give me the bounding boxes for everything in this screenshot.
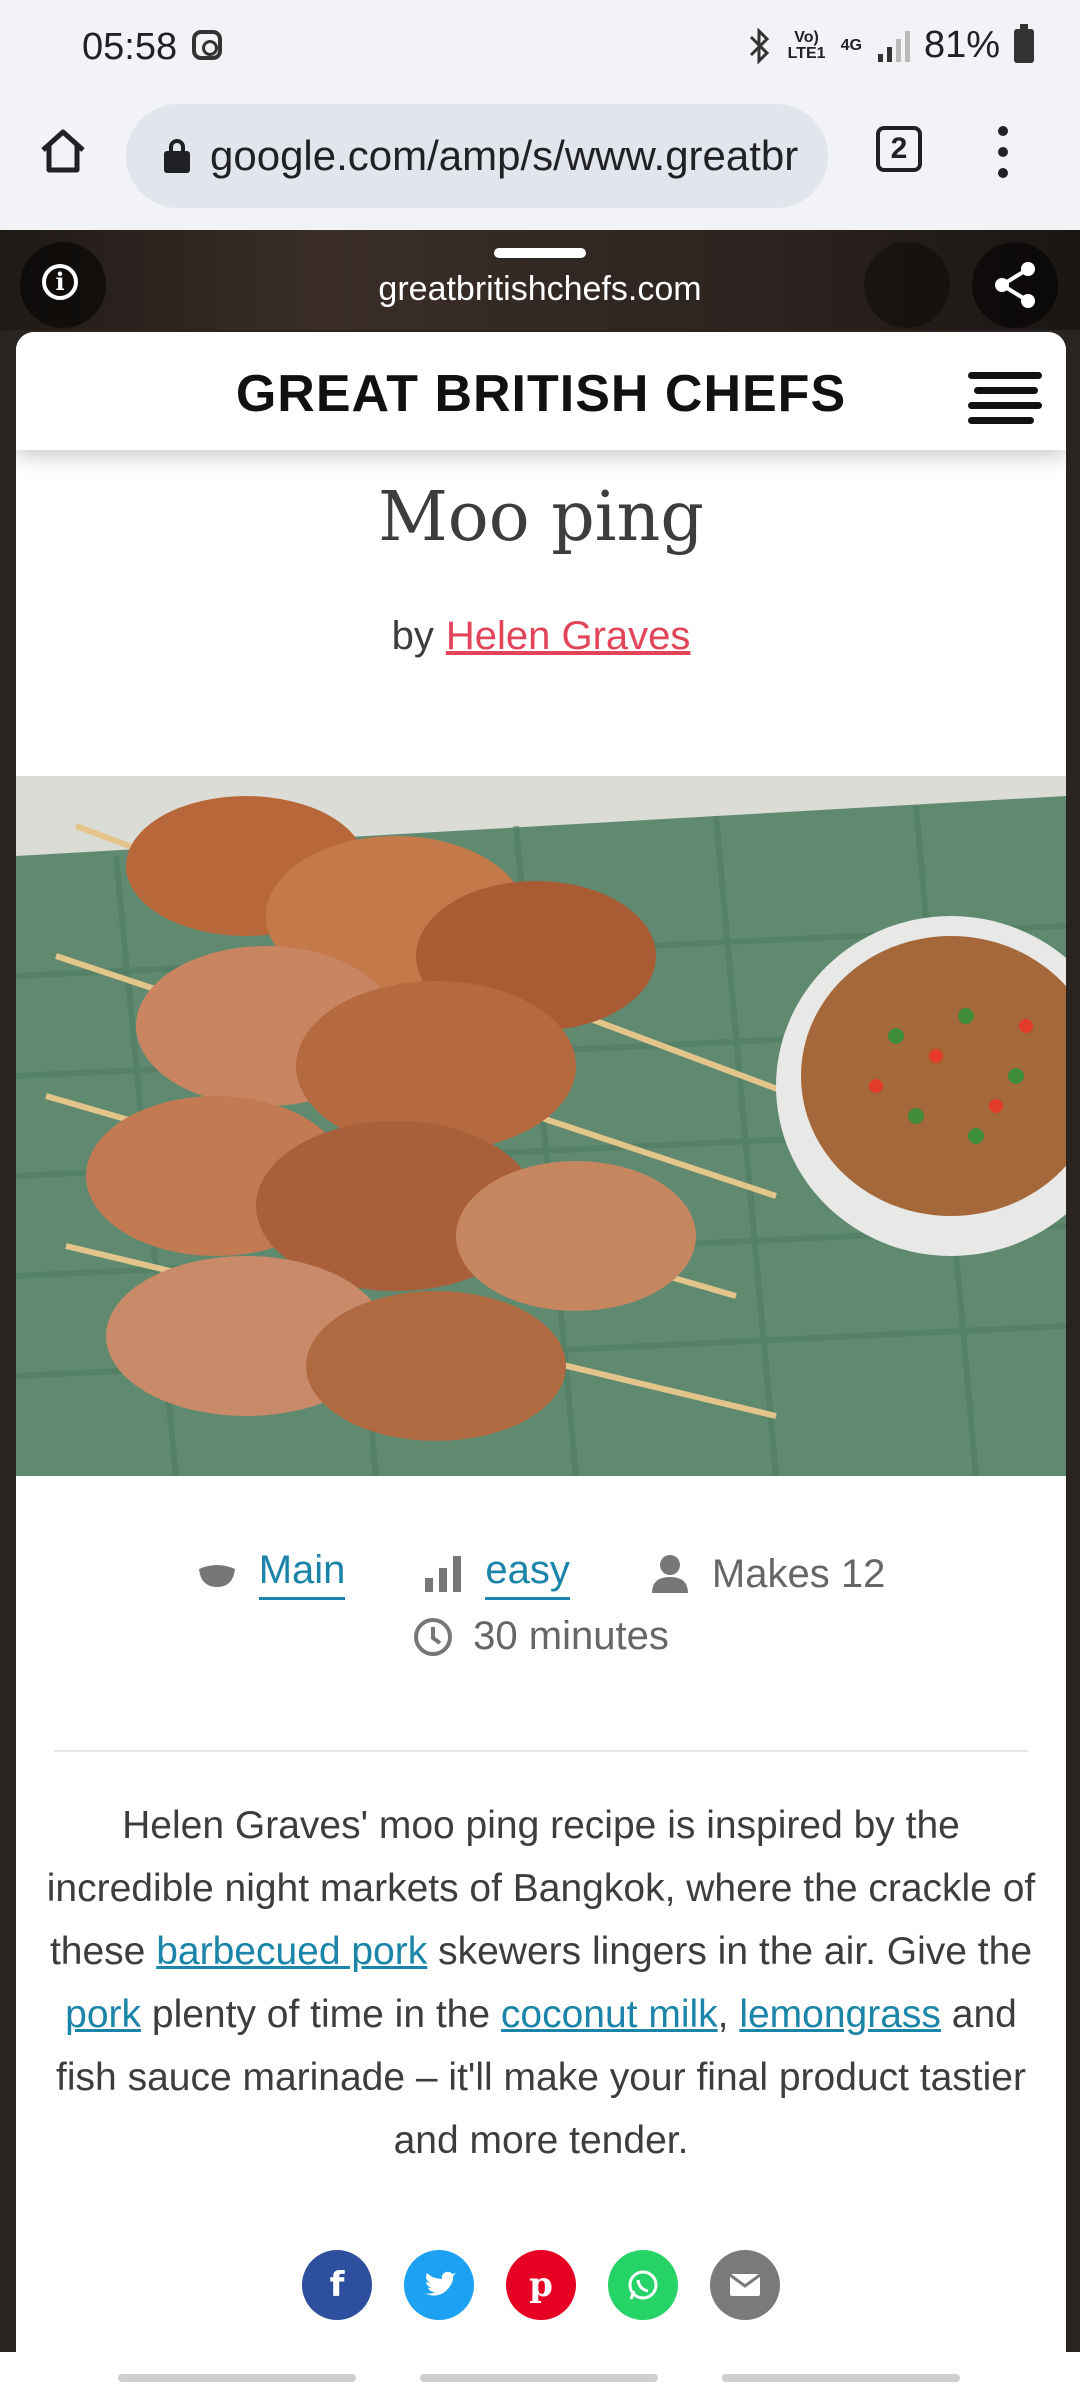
barbecued-pork-link[interactable]: barbecued pork [156, 1930, 427, 1973]
battery-percent: 81% [923, 24, 1000, 66]
browser-toolbar: google.com/amp/s/www.greatbritishchefs.c… [0, 96, 1080, 230]
difficulty-link[interactable]: easy [485, 1548, 570, 1600]
facebook-share-button[interactable]: f [302, 2250, 372, 2320]
address-bar[interactable]: google.com/amp/s/www.greatbritishchefs.c… [126, 104, 828, 208]
servings-text: Makes 12 [711, 1551, 886, 1596]
lemongrass-link[interactable]: lemongrass [739, 1993, 941, 2036]
recipe-meta: Main easy Makes 12 30 minutes [16, 1548, 1066, 1659]
signal-icon [877, 30, 910, 62]
pinterest-icon: p [529, 2265, 553, 2305]
system-nav-bar [0, 2352, 1080, 2400]
email-icon [729, 2273, 761, 2296]
course-item: Main [197, 1548, 346, 1600]
divider [54, 1750, 1028, 1752]
whatsapp-icon [628, 2270, 658, 2300]
amp-secondary-button[interactable] [864, 242, 950, 328]
nav-home-button[interactable] [420, 2374, 658, 2382]
status-icons: Vo) LTE1 4G 81% [747, 23, 1034, 67]
amp-viewer-header: i greatbritishchefs.com [0, 230, 1080, 330]
recipe-hero-image [16, 776, 1066, 1476]
recipe-description: Helen Graves' moo ping recipe is inspire… [46, 1794, 1036, 2172]
byline: by Helen Graves [16, 614, 1066, 659]
drag-handle[interactable] [494, 248, 586, 258]
time-text: 30 minutes [473, 1614, 669, 1658]
bowl-icon [198, 1565, 235, 1587]
whatsapp-share-button[interactable] [608, 2250, 678, 2320]
site-header: GREAT BRITISH CHEFS [16, 332, 1066, 450]
hamburger-menu-icon[interactable] [968, 372, 1042, 424]
coconut-milk-link[interactable]: coconut milk [501, 1993, 718, 2036]
person-icon [651, 1555, 688, 1593]
site-logo[interactable]: GREAT BRITISH CHEFS [16, 364, 1066, 424]
home-icon[interactable] [38, 126, 88, 176]
twitter-share-button[interactable] [404, 2250, 474, 2320]
email-share-button[interactable] [710, 2250, 780, 2320]
recipe-title: Moo ping [378, 478, 704, 557]
battery-icon [1014, 23, 1034, 63]
volte-indicator: Vo) LTE1 [787, 28, 826, 62]
description-text: skewers lingers in the air. Give the [427, 1930, 1033, 1973]
facebook-icon: f [329, 2265, 345, 2305]
share-icon [995, 262, 1035, 308]
nav-recents-button[interactable] [118, 2374, 356, 2382]
url-text: google.com/amp/s/www.greatbritishchefs.c… [210, 132, 800, 179]
twitter-icon [424, 2271, 456, 2296]
tab-switcher-button[interactable]: 2 [876, 126, 922, 172]
author-link[interactable]: Helen Graves [446, 614, 691, 658]
bluetooth-icon [749, 27, 769, 64]
course-link[interactable]: Main [258, 1548, 346, 1600]
status-bar: 05:58 Vo) LTE1 4G 81% [0, 0, 1080, 96]
article-card: GREAT BRITISH CHEFS Moo ping by Helen Gra… [16, 332, 1066, 2352]
difficulty-item: easy [425, 1548, 570, 1600]
servings-item: Makes 12 [650, 1552, 885, 1597]
pinterest-share-button[interactable]: p [506, 2250, 576, 2320]
nav-back-button[interactable] [722, 2374, 960, 2382]
byline-prefix: by [391, 614, 434, 658]
status-time: 05:58 [82, 26, 178, 68]
description-text: plenty of time in the [141, 1993, 501, 2036]
instagram-icon [192, 30, 222, 60]
pork-link[interactable]: pork [65, 1993, 141, 2036]
more-menu-icon[interactable] [998, 126, 1010, 186]
share-button[interactable] [972, 242, 1058, 328]
share-buttons: f p [16, 2250, 1066, 2320]
time-item: 30 minutes [16, 1614, 1066, 1659]
description-text: , [717, 1993, 740, 2036]
clock-icon [414, 1617, 453, 1656]
network-4g-indicator: 4G [840, 36, 862, 54]
lock-icon [164, 139, 190, 173]
difficulty-bars-icon [425, 1556, 462, 1592]
